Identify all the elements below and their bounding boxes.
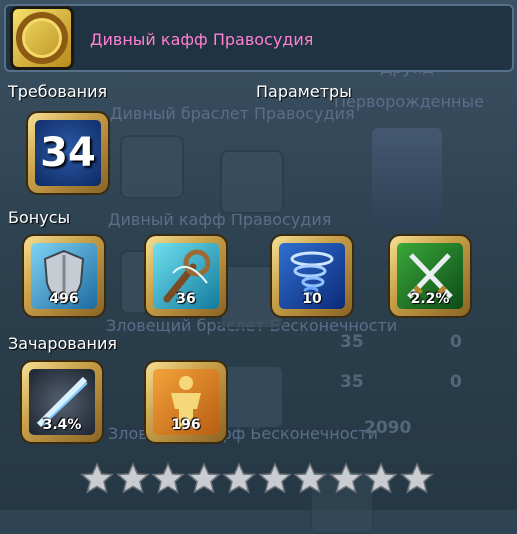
- star-icon: [115, 462, 150, 494]
- item-name: Дивный кафф Правосудия: [90, 30, 314, 49]
- bonus-value: 36: [176, 291, 196, 307]
- enchantment-slot-golden-figure[interactable]: 196: [146, 362, 226, 442]
- bg-item-slot: [120, 135, 184, 199]
- bonus-value: 496: [49, 291, 79, 307]
- bg-stat-value: 2090: [364, 418, 412, 438]
- bg-stat-value: 35: [340, 372, 364, 392]
- bg-stat-value: 0: [450, 372, 462, 392]
- star-icon: [151, 462, 185, 494]
- enchantments-label: Зачарования: [8, 334, 117, 353]
- bonus-slot-crossed-swords[interactable]: 2.2%: [390, 236, 470, 316]
- bg-race-name: Перворожденные: [334, 92, 484, 111]
- bonus-slot-tornado[interactable]: 10: [272, 236, 352, 316]
- bonus-value: 2.2%: [410, 291, 450, 307]
- bonus-value: 10: [302, 291, 322, 307]
- star-icon: [399, 462, 434, 494]
- star-icon: [186, 462, 221, 494]
- parameters-label: Параметры: [256, 82, 352, 101]
- star-icon: [328, 462, 363, 494]
- enchantment-slot-slash[interactable]: 3.4%: [22, 362, 102, 442]
- star-icon: [80, 462, 114, 494]
- star-icon: [364, 462, 398, 494]
- required-level-value: 34: [40, 130, 96, 176]
- bonus-slot-shield[interactable]: 496: [24, 236, 104, 316]
- star-icon: [293, 462, 327, 494]
- golden-chain-bracelet-icon: [10, 6, 74, 70]
- star-icon: [222, 462, 256, 494]
- bg-item-name-1: Дивный браслет Правосудия: [110, 104, 355, 123]
- bonus-slot-staff[interactable]: 36: [146, 236, 226, 316]
- bg-character-portrait: [372, 128, 442, 228]
- enchantment-value: 196: [171, 417, 201, 433]
- requirements-label: Требования: [8, 82, 108, 101]
- bg-stat-value: 0: [450, 332, 462, 352]
- bg-item-slot: [220, 365, 284, 429]
- enchantment-value: 3.4%: [42, 417, 82, 433]
- bg-item-slot: [220, 150, 284, 214]
- bg-stat-value: 35: [340, 332, 364, 352]
- bonuses-label: Бонусы: [8, 208, 71, 227]
- required-level-slot: 34: [28, 113, 108, 193]
- star-icon: [257, 462, 292, 494]
- bg-item-name-2: Дивный кафф Правосудия: [108, 210, 332, 229]
